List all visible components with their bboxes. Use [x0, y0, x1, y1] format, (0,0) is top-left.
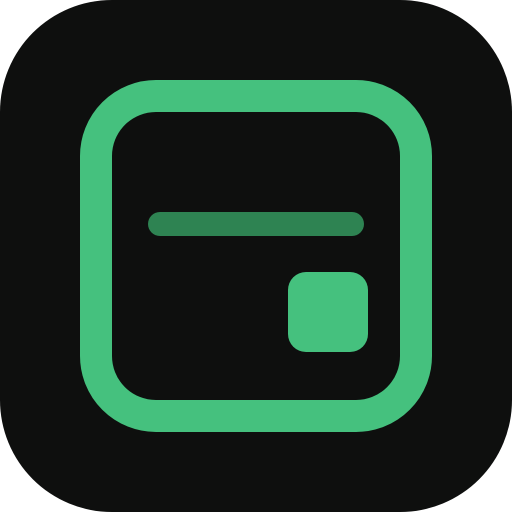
app-icon[interactable]: [0, 0, 512, 512]
app-bar: [148, 212, 364, 236]
app-small-square: [288, 272, 368, 352]
app-outline-frame: [80, 80, 432, 432]
app-glyph: [80, 80, 432, 432]
